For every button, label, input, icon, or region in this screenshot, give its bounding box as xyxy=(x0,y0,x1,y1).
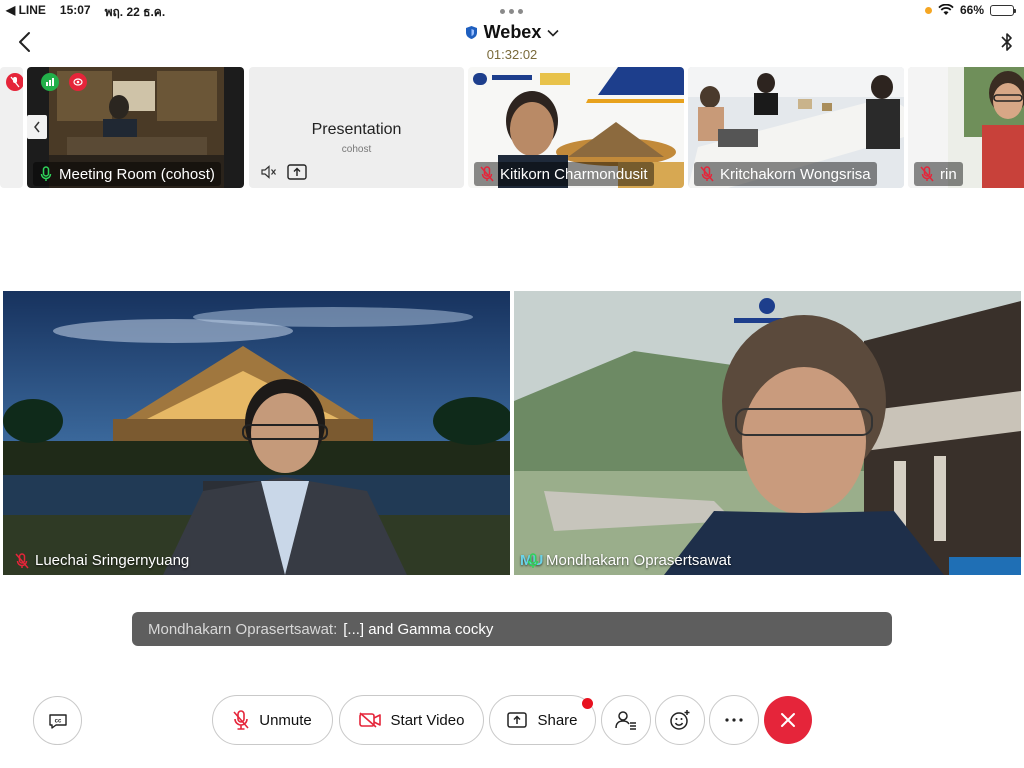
status-bar: ◀ LINE 15:07 พฤ. 22 ธ.ค. 66% xyxy=(0,0,1024,20)
participant-name: Kritchakorn Wongsrisa xyxy=(720,165,871,183)
mic-in-use-indicator-icon xyxy=(924,6,932,14)
chevron-down-icon xyxy=(547,29,559,37)
main-video-luechai[interactable]: Luechai Sringernyuang xyxy=(3,291,510,575)
luechai-video xyxy=(3,291,510,575)
battery-percentage: 66% xyxy=(959,3,984,17)
reactions-button[interactable] xyxy=(655,695,705,745)
participant-name: Kitikorn Charmondusit xyxy=(500,165,648,183)
thumbnail-label: rin xyxy=(914,162,963,186)
presentation-title: Presentation xyxy=(311,121,402,138)
share-button[interactable]: Share xyxy=(489,695,596,745)
participant-thumbnail-strip[interactable]: Meeting Room (cohost) Presentation cohos… xyxy=(0,67,1024,188)
stats-icon[interactable] xyxy=(41,73,59,91)
bluetooth-icon[interactable] xyxy=(998,30,1016,54)
thumbnail-kitikorn[interactable]: Kitikorn Charmondusit xyxy=(468,67,684,188)
thumbnail-label: Kitikorn Charmondusit xyxy=(474,162,654,186)
video-label: Luechai Sringernyuang xyxy=(15,552,189,569)
unmute-button[interactable]: Unmute xyxy=(212,695,333,745)
emoji-smile-icon xyxy=(670,710,690,730)
recording-icon xyxy=(69,73,87,91)
mic-on-icon xyxy=(527,552,539,568)
mic-muted-icon xyxy=(233,710,249,730)
unmute-label: Unmute xyxy=(259,711,312,729)
participant-name: Meeting Room (cohost) xyxy=(59,165,215,183)
caption-speaker: Mondhakarn Oprasertsawat: xyxy=(148,620,338,638)
meeting-timer: 01:32:02 xyxy=(486,47,538,62)
participants-icon xyxy=(615,711,636,730)
closed-captions-button[interactable]: cc xyxy=(33,696,82,745)
ellipsis-icon xyxy=(725,718,743,722)
start-video-label: Start Video xyxy=(390,711,465,729)
thumbnail-rin[interactable]: rin xyxy=(908,67,1024,188)
mic-muted-icon xyxy=(480,166,494,182)
leave-meeting-button[interactable] xyxy=(764,696,812,744)
thumbnail-partial-left[interactable] xyxy=(0,67,23,188)
multitasking-dots-icon[interactable] xyxy=(500,9,523,14)
share-notification-badge xyxy=(582,698,593,709)
cc-icon: cc xyxy=(48,713,67,729)
main-video-mondhakarn[interactable]: MU Mondhakarn Oprasertsawat xyxy=(514,291,1021,575)
mic-muted-icon xyxy=(15,552,29,568)
video-off-icon xyxy=(358,712,381,728)
thumbnail-kritchakorn[interactable]: Kritchakorn Wongsrisa xyxy=(688,67,904,188)
mic-muted-badge-icon xyxy=(6,73,23,91)
speaker-muted-icon[interactable] xyxy=(261,165,277,179)
presentation-role: cohost xyxy=(341,144,372,155)
meeting-title-dropdown[interactable]: Webex xyxy=(465,22,560,43)
closed-caption-bar: Mondhakarn Oprasertsawat: [...] and Gamm… xyxy=(132,612,892,646)
shield-lock-icon xyxy=(465,26,477,39)
participants-button[interactable] xyxy=(601,695,651,745)
start-video-button[interactable]: Start Video xyxy=(339,695,484,745)
participant-name: rin xyxy=(940,165,957,183)
wifi-icon xyxy=(938,4,954,15)
share-screen-icon xyxy=(507,712,528,728)
close-icon xyxy=(781,713,795,727)
participant-name: Mondhakarn Oprasertsawat xyxy=(546,552,732,569)
share-screen-icon[interactable] xyxy=(287,164,307,180)
thumbnail-label: Meeting Room (cohost) xyxy=(33,162,221,186)
thumbnail-presentation[interactable]: Presentation cohost xyxy=(249,67,464,188)
webex-meeting-screen: ◀ LINE 15:07 พฤ. 22 ธ.ค. 66% Webex 01:32… xyxy=(0,0,1024,768)
more-options-button[interactable] xyxy=(709,695,759,745)
mic-muted-icon xyxy=(920,166,934,182)
meeting-title: Webex xyxy=(483,22,542,42)
thumbnail-label: Kritchakorn Wongsrisa xyxy=(694,162,877,186)
scroll-left-chevron-icon[interactable] xyxy=(27,115,47,139)
share-label: Share xyxy=(537,711,578,729)
battery-icon xyxy=(990,4,1016,16)
participant-name: Luechai Sringernyuang xyxy=(35,552,190,569)
svg-text:cc: cc xyxy=(54,718,61,724)
caption-text: [...] and Gamma cocky xyxy=(343,620,494,638)
video-label: MU Mondhakarn Oprasertsawat xyxy=(520,552,732,569)
mic-muted-icon xyxy=(700,166,714,182)
thumbnail-meeting-room[interactable]: Meeting Room (cohost) xyxy=(27,67,244,188)
mic-on-icon xyxy=(40,166,52,181)
mondhakarn-video xyxy=(514,291,1021,575)
